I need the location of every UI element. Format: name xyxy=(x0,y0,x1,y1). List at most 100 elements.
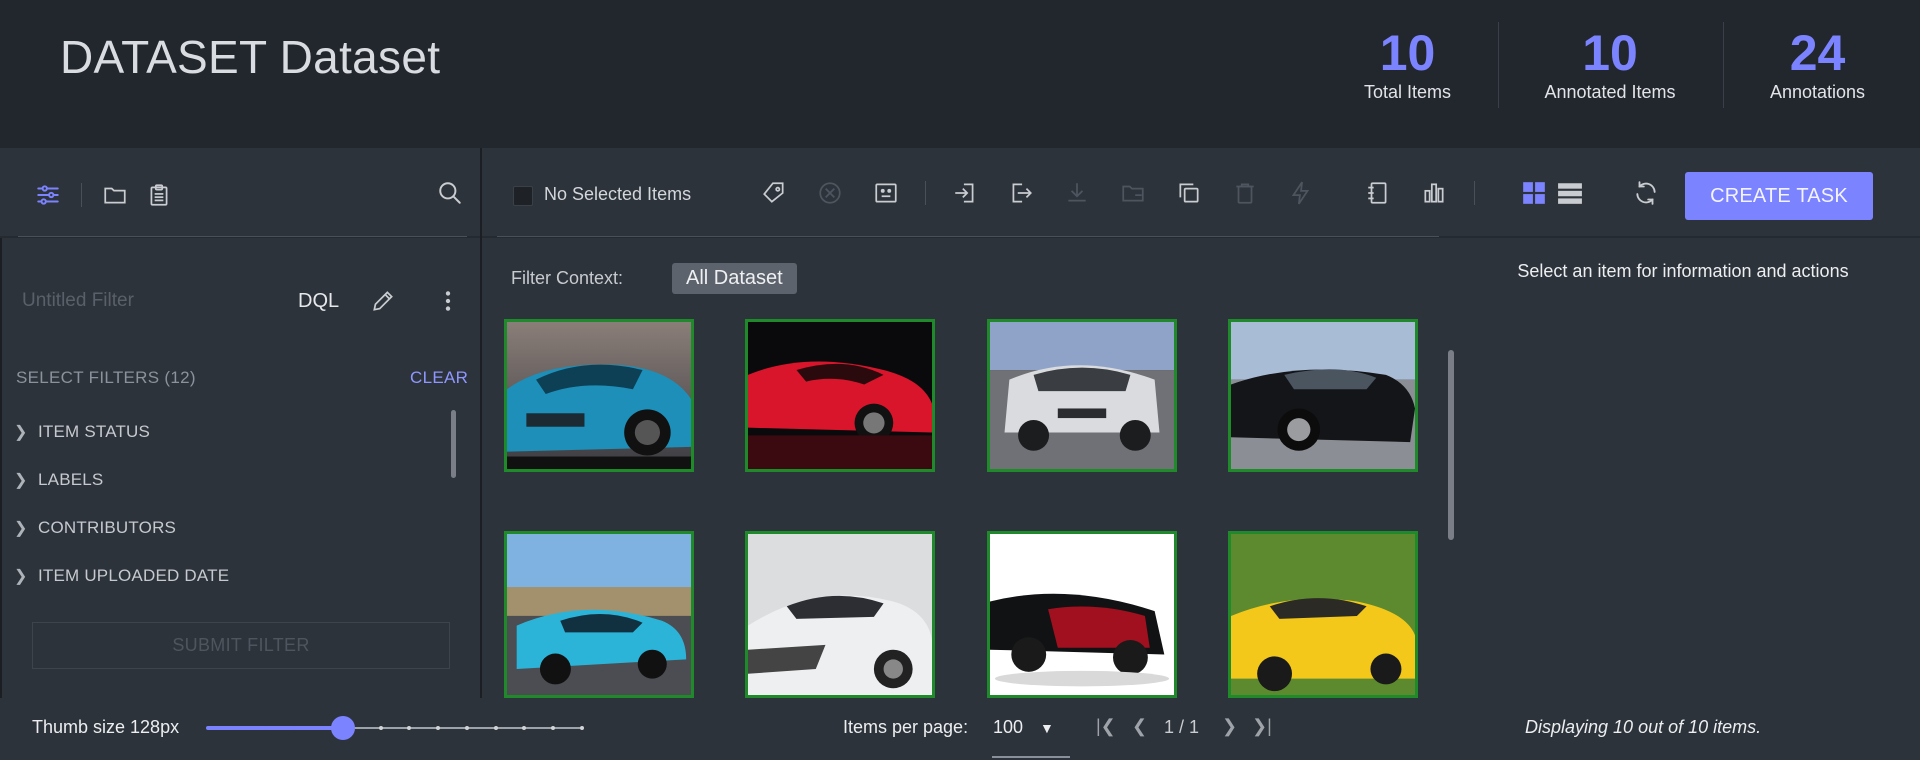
filter-group-labels[interactable]: ❯ LABELS xyxy=(14,470,103,490)
filters-icon[interactable] xyxy=(32,179,64,211)
refresh-icon[interactable] xyxy=(1630,177,1662,209)
filter-group-item-status[interactable]: ❯ ITEM STATUS xyxy=(14,422,150,442)
thumbnail-blue-sports-car[interactable] xyxy=(504,319,694,472)
items-per-page-select[interactable]: 100 xyxy=(993,717,1023,738)
chevron-right-icon: ❯ xyxy=(14,424,28,441)
displaying-count: Displaying 10 out of 10 items. xyxy=(1525,717,1762,737)
lightning-icon xyxy=(1285,177,1317,209)
filter-name-input[interactable]: Untitled Filter xyxy=(22,290,134,312)
select-all-checkbox[interactable] xyxy=(513,186,533,206)
analytics-icon[interactable] xyxy=(1418,177,1450,209)
dql-toggle[interactable]: DQL xyxy=(298,290,339,313)
clipboard-icon[interactable] xyxy=(143,179,175,211)
stat-annotated-items: 10 Annotated Items xyxy=(1530,22,1690,103)
filter-group-label: ITEM STATUS xyxy=(38,422,151,441)
import-icon[interactable] xyxy=(949,177,981,209)
filter-context-label: Filter Context: xyxy=(511,268,624,288)
first-page-icon[interactable]: |❮ xyxy=(1096,716,1116,737)
slider-tick xyxy=(493,726,498,730)
slider-tick xyxy=(206,726,210,730)
slider-tick xyxy=(464,726,469,730)
car-image xyxy=(990,534,1174,695)
thumbnail-silver-suv[interactable] xyxy=(987,319,1177,472)
center-toolbar-underline xyxy=(497,236,1439,237)
stat-divider xyxy=(1723,22,1724,108)
toolbar-divider xyxy=(81,183,82,207)
chevron-right-icon: ❯ xyxy=(14,520,28,537)
filter-group-label: LABELS xyxy=(38,470,104,489)
slider-tick xyxy=(263,726,268,730)
left-toolbar-underline xyxy=(18,236,467,237)
gallery-scrollbar[interactable] xyxy=(1448,350,1454,540)
chevron-right-icon: ❯ xyxy=(14,568,28,585)
tag-icon[interactable] xyxy=(758,177,790,209)
stat-annotations: 24 Annotations xyxy=(1755,22,1880,103)
page-indicator: 1 / 1 xyxy=(1164,717,1200,737)
move-to-folder-icon xyxy=(1117,177,1149,209)
folder-icon[interactable] xyxy=(99,179,131,211)
last-page-icon[interactable]: ❯| xyxy=(1252,716,1272,737)
details-empty-message: Select an item for information and actio… xyxy=(1517,261,1849,281)
delete-icon xyxy=(1229,177,1261,209)
list-view-icon[interactable] xyxy=(1554,177,1586,209)
filter-group-contributors[interactable]: ❯ CONTRIBUTORS xyxy=(14,518,176,538)
stat-annotated-items-value: 10 xyxy=(1582,25,1638,81)
slider-tick xyxy=(234,726,239,730)
notebook-icon[interactable] xyxy=(1362,177,1394,209)
grid-view-icon[interactable] xyxy=(1518,177,1550,209)
slider-tick xyxy=(580,726,584,730)
filter-context-chip[interactable]: All Dataset xyxy=(672,263,797,294)
stat-divider xyxy=(1498,22,1499,108)
stat-annotations-label: Annotations xyxy=(1769,82,1866,102)
stat-total-items-value: 10 xyxy=(1379,25,1436,81)
thumbnail-black-muscle-car[interactable] xyxy=(1228,319,1418,472)
car-image xyxy=(1231,534,1415,695)
toolbar-divider xyxy=(1474,181,1475,205)
stat-annotated-items-label: Annotated Items xyxy=(1544,82,1676,102)
toolbar-divider xyxy=(925,181,926,205)
filter-group-label: ITEM UPLOADED DATE xyxy=(38,566,230,585)
search-icon[interactable] xyxy=(434,177,466,209)
filter-group-label: CONTRIBUTORS xyxy=(38,518,177,537)
thumb-size-label: Thumb size 128px xyxy=(32,717,180,737)
filter-group-item-uploaded-date[interactable]: ❯ ITEM UPLOADED DATE xyxy=(14,566,229,586)
more-options-icon[interactable] xyxy=(432,285,464,317)
select-filters-label: SELECT FILTERS (12) xyxy=(16,368,196,387)
items-per-page-label: Items per page: xyxy=(843,717,969,737)
left-edge xyxy=(0,238,2,698)
remove-icon xyxy=(814,177,846,209)
clone-icon[interactable] xyxy=(1173,177,1205,209)
thumbnail-red-black-hypercar[interactable] xyxy=(987,531,1177,698)
items-per-page-underline xyxy=(992,756,1070,758)
car-image xyxy=(990,322,1174,469)
clear-filters-button[interactable]: CLEAR xyxy=(410,368,468,388)
car-image xyxy=(748,534,932,695)
next-page-icon[interactable]: ❯ xyxy=(1222,716,1237,737)
stat-total-items: 10 Total Items xyxy=(1345,22,1470,103)
stat-annotations-value: 24 xyxy=(1789,25,1846,81)
car-image xyxy=(1231,322,1415,469)
download-icon xyxy=(1061,177,1093,209)
chevron-right-icon: ❯ xyxy=(14,472,28,489)
edit-pencil-icon[interactable] xyxy=(367,285,399,317)
prev-page-icon[interactable]: ❮ xyxy=(1132,716,1147,737)
car-image xyxy=(748,322,932,469)
thumbnail-white-hypercar[interactable] xyxy=(745,531,935,698)
selection-status: No Selected Items xyxy=(544,184,692,204)
submit-filter-button[interactable]: SUBMIT FILTER xyxy=(32,622,450,669)
details-panel xyxy=(1458,238,1920,698)
slider-tick xyxy=(378,726,383,730)
caret-down-icon[interactable]: ▼ xyxy=(1040,720,1054,736)
car-image xyxy=(507,322,691,469)
annotate-icon[interactable] xyxy=(870,177,902,209)
create-task-button[interactable]: CREATE TASK xyxy=(1685,172,1873,220)
thumbnail-red-sports-car[interactable] xyxy=(745,319,935,472)
thumb-size-slider-handle[interactable] xyxy=(330,716,355,740)
car-image xyxy=(507,534,691,695)
export-icon[interactable] xyxy=(1005,177,1037,209)
filter-scrollbar[interactable] xyxy=(451,410,456,478)
thumbnail-light-blue-sports-car[interactable] xyxy=(504,531,694,698)
panel-divider xyxy=(480,148,482,698)
thumbnail-yellow-convertible[interactable] xyxy=(1228,531,1418,698)
dataset-title: DATASET Dataset xyxy=(60,31,441,83)
